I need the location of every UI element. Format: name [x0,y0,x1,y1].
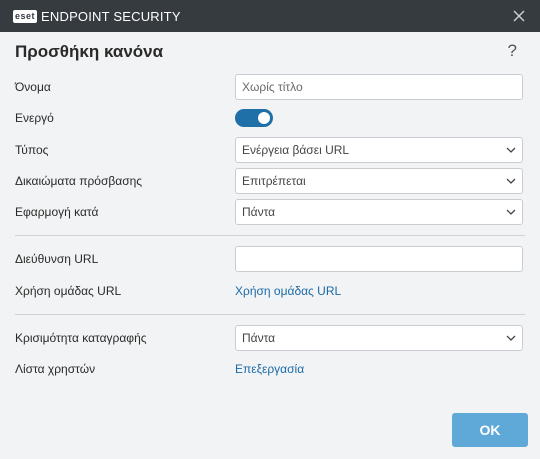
users-label: Λίστα χρηστών [15,362,96,376]
url-group-row: Χρήση ομάδας URL Χρήση ομάδας URL [15,277,523,305]
active-label: Ενεργό [15,111,54,125]
url-input[interactable] [235,246,523,272]
close-icon [513,10,525,22]
chevron-down-icon [506,209,516,215]
close-button[interactable] [507,4,531,28]
name-label: Όνομα [15,80,51,94]
users-row: Λίστα χρηστών Επεξεργασία [15,355,523,383]
eset-logo: eset ENDPOINT SECURITY [13,9,181,24]
toggle-knob [258,112,270,124]
product-name: ENDPOINT SECURITY [41,8,181,24]
access-select[interactable]: Επιτρέπεται [235,168,523,194]
eset-badge: eset [13,9,38,23]
severity-select[interactable]: Πάντα [235,325,523,351]
active-toggle[interactable] [235,109,273,127]
apply-row: Εφαρμογή κατά Πάντα [15,198,523,226]
apply-value: Πάντα [242,205,276,219]
name-input[interactable] [235,74,523,100]
url-group-label: Χρήση ομάδας URL [15,284,122,298]
url-group-link[interactable]: Χρήση ομάδας URL [235,284,341,298]
type-row: Τύπος Ενέργεια βάσει URL [15,136,523,164]
ok-button[interactable]: OK [452,413,528,447]
dialog-title: Προσθήκη κανόνα [15,42,164,61]
apply-label: Εφαρμογή κατά [15,205,99,219]
apply-select[interactable]: Πάντα [235,199,523,225]
name-row: Όνομα [15,73,523,101]
access-row: Δικαιώματα πρόσβασης Επιτρέπεται [15,167,523,195]
help-icon[interactable]: ? [508,41,517,61]
severity-label: Κρισιμότητα καταγραφής [15,331,147,345]
chevron-down-icon [506,178,516,184]
access-label: Δικαιώματα πρόσβασης [15,174,143,188]
active-row: Ενεργό [15,104,523,132]
access-value: Επιτρέπεται [242,174,306,188]
severity-row: Κρισιμότητα καταγραφής Πάντα [15,324,523,352]
severity-value: Πάντα [242,331,276,345]
type-value: Ενέργεια βάσει URL [242,143,350,157]
url-row: Διεύθυνση URL [15,245,523,273]
edit-users-link[interactable]: Επεξεργασία [235,362,304,376]
divider [15,235,525,236]
title-bar: eset ENDPOINT SECURITY [0,0,540,32]
type-label: Τύπος [15,143,49,157]
divider [15,314,525,315]
chevron-down-icon [506,335,516,341]
chevron-down-icon [506,147,516,153]
url-label: Διεύθυνση URL [15,252,99,266]
type-select[interactable]: Ενέργεια βάσει URL [235,137,523,163]
